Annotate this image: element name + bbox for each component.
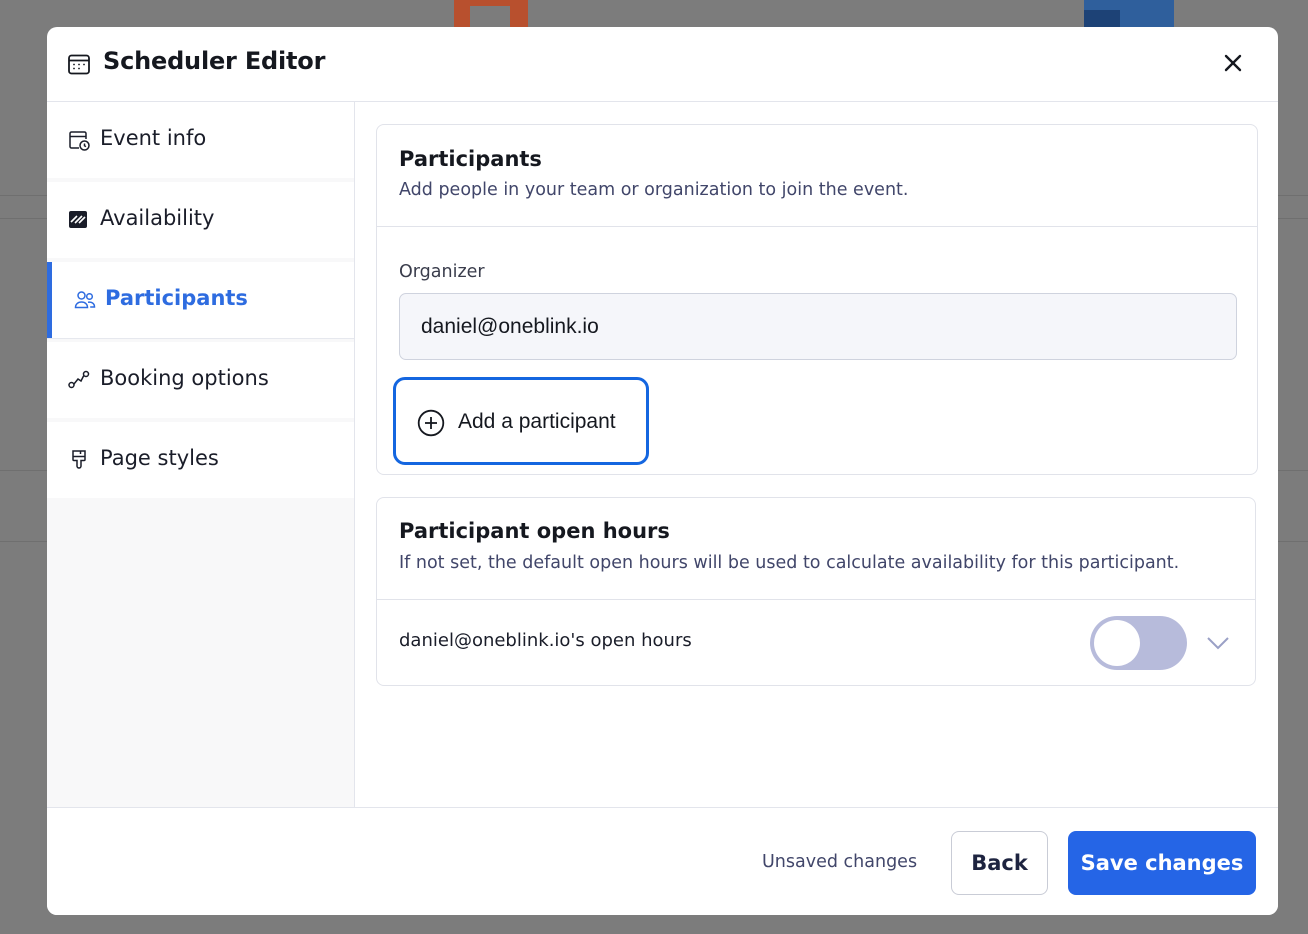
participants-subtitle: Add people in your team or organization … [399, 180, 909, 200]
route-icon [68, 370, 90, 389]
close-icon [1224, 54, 1242, 72]
open-hours-toggle[interactable] [1090, 616, 1187, 670]
chevron-down-icon[interactable] [1205, 633, 1231, 653]
add-participant-button[interactable]: Add a participant [393, 377, 649, 465]
add-participant-label: Add a participant [458, 410, 616, 433]
close-button[interactable] [1219, 49, 1247, 77]
open-hours-card: Participant open hours If not set, the d… [376, 497, 1256, 686]
open-hours-row-label: daniel@oneblink.io's open hours [399, 630, 692, 651]
card-divider [377, 226, 1257, 227]
sidebar-item-booking-options[interactable]: Booking options [47, 342, 354, 418]
active-indicator [47, 262, 52, 338]
participants-title: Participants [399, 147, 542, 171]
sidebar-item-label: Event info [100, 126, 207, 150]
open-hours-subtitle: If not set, the default open hours will … [399, 553, 1180, 573]
card-divider [377, 599, 1255, 600]
calendar-icon [68, 54, 90, 75]
participants-panel: Participants Add people in your team or … [356, 102, 1278, 807]
calendar-clock-icon [69, 131, 90, 151]
sidebar-item-availability[interactable]: Availability [47, 182, 354, 258]
unsaved-status: Unsaved changes [762, 852, 918, 872]
availability-icon [69, 211, 87, 228]
modal-title: Scheduler Editor [103, 47, 326, 75]
sidebar-item-label: Availability [100, 206, 215, 230]
participants-card: Participants Add people in your team or … [376, 124, 1258, 475]
sidebar-item-label: Participants [105, 286, 248, 310]
organizer-field[interactable] [399, 293, 1237, 360]
sidebar-item-page-styles[interactable]: Page styles [47, 422, 354, 498]
save-button[interactable]: Save changes [1068, 831, 1256, 895]
toggle-knob [1094, 620, 1140, 666]
sidebar-item-participants[interactable]: Participants [47, 262, 354, 338]
sidebar-nav: Event info Availability Participants Boo… [47, 102, 355, 807]
organizer-label: Organizer [399, 262, 485, 282]
users-icon [74, 291, 96, 309]
plus-circle-icon [417, 409, 445, 437]
modal-header: Scheduler Editor [47, 27, 1278, 102]
paintbrush-icon [72, 450, 86, 469]
sidebar-item-label: Page styles [100, 446, 219, 470]
modal-footer: Unsaved changes Back Save changes [47, 807, 1278, 915]
open-hours-title: Participant open hours [399, 519, 670, 543]
back-button[interactable]: Back [951, 831, 1048, 895]
sidebar-item-event-info[interactable]: Event info [47, 102, 354, 178]
sidebar-item-label: Booking options [100, 366, 269, 390]
scheduler-editor-modal: Scheduler Editor Event info Availability [47, 27, 1278, 915]
